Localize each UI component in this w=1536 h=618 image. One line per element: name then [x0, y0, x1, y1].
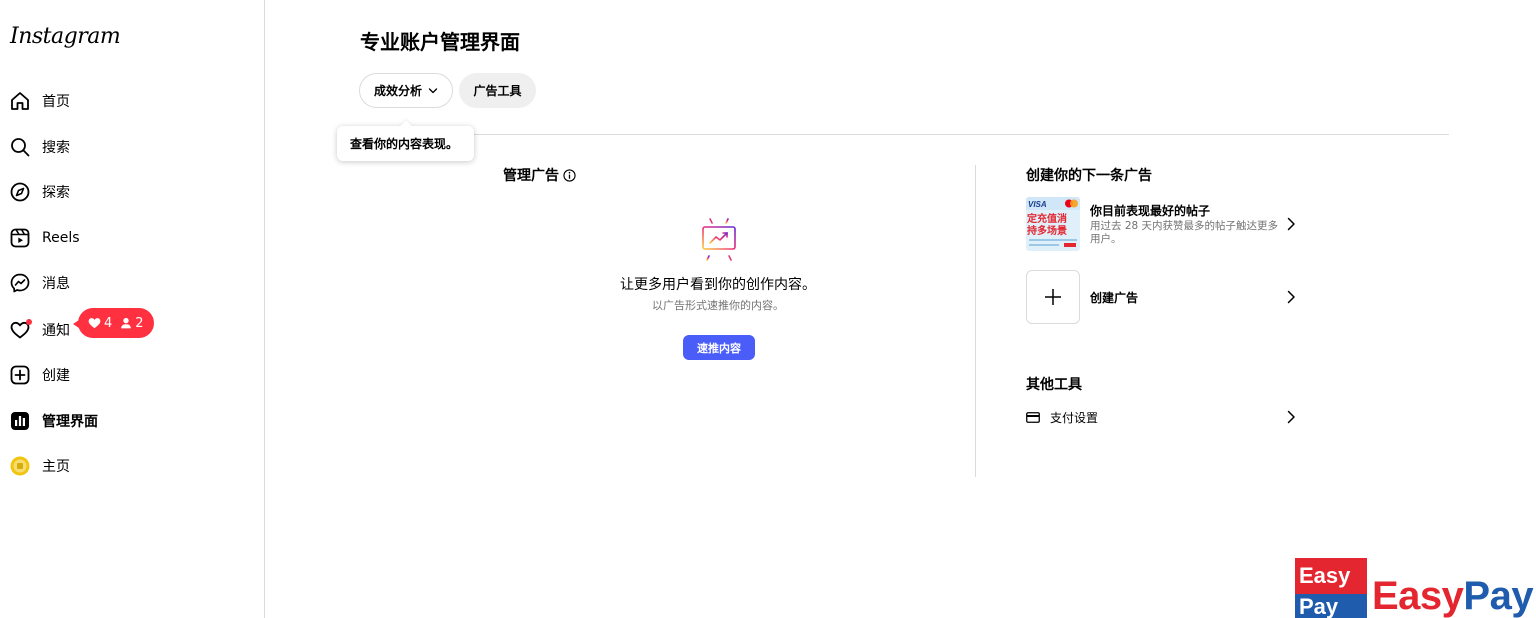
create-ad-label: 创建广告 [1090, 290, 1139, 305]
plus-square-icon [10, 365, 30, 385]
section-title: 管理广告 [503, 168, 559, 184]
sidebar-item-label: Reels [42, 230, 80, 246]
best-post-text: 你目前表现最好的帖子 用过去 28 天内获赞最多的帖子触达更多用户。 [1090, 202, 1280, 246]
post-thumbnail: VISA 定充值消 持多场景 [1026, 197, 1080, 251]
easypay-watermark-text: EasyPay [1372, 574, 1534, 618]
sidebar-item-home[interactable]: 首页 [10, 86, 70, 116]
best-post-title: 你目前表现最好的帖子 [1090, 204, 1211, 218]
svg-text:定充值消: 定充值消 [1027, 212, 1067, 225]
compass-icon [10, 182, 30, 202]
sidebar-item-create[interactable]: 创建 [10, 360, 70, 390]
section-divider [975, 165, 976, 477]
sidebar-item-label: 通知 [42, 323, 70, 339]
tab-ad-tools[interactable]: 广告工具 [459, 73, 536, 108]
sidebar-item-label: 主页 [42, 459, 70, 475]
person-icon [121, 317, 132, 329]
payment-settings-label: 支付设置 [1050, 410, 1099, 425]
sidebar-item-label: 管理界面 [42, 414, 98, 430]
tab-label: 成效分析 [373, 84, 422, 98]
chevron-right-icon [1280, 290, 1296, 304]
sidebar-item-label: 首页 [42, 94, 70, 110]
header-divider [472, 134, 1449, 135]
svg-text:VISA: VISA [1028, 200, 1047, 209]
search-icon [10, 137, 30, 157]
payment-settings-row[interactable]: 支付设置 [1026, 407, 1296, 427]
plus-icon [1026, 270, 1080, 324]
tab-label: 广告工具 [473, 84, 522, 98]
svg-text:持多场景: 持多场景 [1027, 224, 1067, 237]
sidebar-item-explore[interactable]: 探索 [10, 177, 70, 207]
sidebar-item-notifications[interactable]: 通知 [10, 315, 70, 345]
sidebar-item-messages[interactable]: 消息 [10, 268, 70, 298]
sidebar-item-search[interactable]: 搜索 [10, 132, 70, 162]
best-post-row[interactable]: VISA 定充值消 持多场景 你目前表现最好的帖子 用过去 28 天内获赞最多的… [1026, 197, 1296, 251]
sidebar-item-label: 创建 [42, 368, 70, 384]
sidebar-item-label: 探索 [42, 185, 70, 201]
chevron-down-icon [428, 87, 438, 93]
create-ad-row[interactable]: 创建广告 [1026, 270, 1296, 324]
reels-icon [10, 228, 30, 248]
page-title: 专业账户管理界面 [360, 30, 520, 54]
notification-badge[interactable]: 4 2 [73, 308, 154, 338]
tooltip: 查看你的内容表现。 [337, 126, 474, 161]
other-tools-title: 其他工具 [1026, 377, 1082, 393]
promo-headline: 让更多用户看到你的创作内容。 [620, 277, 816, 293]
create-ad-text: 创建广告 [1090, 289, 1280, 306]
home-icon [10, 91, 30, 111]
dashboard-icon [10, 411, 30, 431]
messenger-icon [10, 273, 30, 293]
sidebar-item-label: 消息 [42, 276, 70, 292]
likes-count: 4 [88, 316, 112, 331]
tab-analytics[interactable]: 成效分析 [359, 73, 453, 108]
chevron-right-icon [1280, 410, 1296, 424]
card-icon [1026, 411, 1040, 423]
promo-subtext: 以广告形式速推你的内容。 [652, 299, 784, 312]
sidebar-item-reels[interactable]: Reels [10, 223, 80, 253]
boost-illustration-icon [698, 216, 740, 266]
sidebar-item-profile[interactable]: 主页 [10, 451, 70, 481]
info-icon[interactable] [563, 168, 576, 182]
easypay-watermark-logo: Easy Pay [1295, 558, 1367, 618]
best-post-desc: 用过去 28 天内获赞最多的帖子触达更多用户。 [1090, 220, 1279, 245]
follows-count: 2 [120, 316, 144, 331]
sidebar-item-dashboard[interactable]: 管理界面 [10, 406, 98, 436]
sidebar-item-label: 搜索 [42, 140, 70, 156]
heart-filled-icon [88, 318, 101, 329]
tooltip-text: 查看你的内容表现。 [350, 137, 459, 151]
notification-dot [26, 319, 32, 325]
boost-content-button[interactable]: 速推内容 [683, 335, 755, 360]
avatar [10, 456, 30, 476]
manage-ads-title: 管理广告 [503, 165, 576, 185]
next-ad-title: 创建你的下一条广告 [1026, 168, 1152, 184]
chevron-right-icon [1280, 217, 1296, 231]
instagram-logo[interactable]: Instagram [10, 24, 121, 49]
